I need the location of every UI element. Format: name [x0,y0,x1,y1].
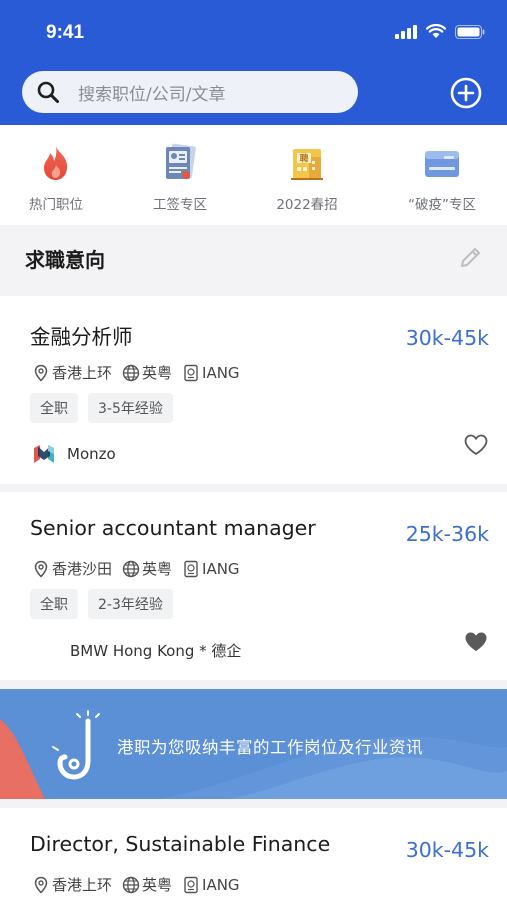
job-title: 金融分析师 [30,325,133,349]
job-title: Director, Sustainable Finance [30,832,331,856]
job-card[interactable]: Director, Sustainable Finance 30k-45k 香港… [0,808,507,900]
edit-pencil-icon[interactable] [458,244,484,270]
quick-nav-label: 热门职位 [29,197,83,213]
job-visa-text: IANG [202,363,240,382]
job-location-text: 香港上环 [52,876,113,894]
job-meta: 香港上环 英粤 IANG [32,362,250,383]
globe-icon [122,876,140,893]
location-pin-icon [34,560,48,578]
job-visa-text: IANG [202,875,240,894]
quick-nav-anti-epidemic[interactable]: “破疫”专区 [382,143,502,213]
search-input[interactable]: 搜索职位/公司/文章 [22,71,358,113]
quick-nav-label: “破疫”专区 [408,197,476,213]
globe-icon [122,364,140,381]
job-language-text: 英粤 [142,364,173,382]
job-visa: IANG [182,876,240,894]
job-tags: 全职 2-3年经验 [30,589,173,619]
job-title: Senior accountant manager [30,516,316,540]
job-language: 英粤 [122,874,172,895]
monzo-logo-icon [34,445,54,463]
job-intent-title: 求職意向 [25,248,105,272]
quick-nav-spring-recruit[interactable]: 聘 2022春招 [247,143,367,213]
promo-banner[interactable]: 港职为您吸纳丰富的工作岗位及行业资讯 [0,689,507,799]
passport-icon [184,364,198,381]
job-tag: 3-5年经验 [88,393,173,423]
job-meta: 香港上环 英粤 IANG [32,874,250,895]
hook-logo-icon [52,710,100,780]
company-name: BMW Hong Kong * 德企 [70,642,242,660]
passport-icon [184,560,198,577]
job-salary: 25k-36k [405,522,489,546]
job-location: 香港沙田 [32,558,112,579]
visa-document-icon [166,143,196,179]
job-tag: 2-3年经验 [88,589,173,619]
job-visa-text: IANG [202,559,240,578]
location-pin-icon [34,876,48,894]
quick-nav-label: 工签专区 [153,197,207,213]
quick-nav: 热门职位 工签专区 聘 2022春招 “破疫”专区 [0,125,507,225]
job-visa: IANG [182,560,240,578]
globe-icon [122,560,140,577]
location-pin-icon [34,364,48,382]
passport-icon [184,876,198,893]
job-language: 英粤 [122,558,172,579]
search-icon [37,81,59,103]
battery-icon [455,24,485,39]
job-location-text: 香港上环 [52,364,113,382]
company-name: Monzo [67,445,116,463]
job-intent-section: 求職意向 [0,225,507,291]
status-icons [395,24,485,39]
job-language-text: 英粤 [142,560,173,578]
search-placeholder: 搜索职位/公司/文章 [78,84,226,105]
company-info: BMW Hong Kong * 德企 [70,640,241,661]
job-salary: 30k-45k [405,326,489,350]
flame-icon [44,146,68,180]
banner-text: 港职为您吸纳丰富的工作岗位及行业资讯 [117,738,423,757]
recruitment-building-icon: 聘 [291,149,323,180]
job-tag: 全职 [30,393,78,423]
job-location: 香港上环 [32,362,112,383]
favorite-heart-icon[interactable] [463,433,489,457]
job-location: 香港上环 [32,874,112,895]
quick-nav-label: 2022春招 [276,197,338,213]
job-language-text: 英粤 [142,876,173,894]
favorite-heart-filled-icon[interactable] [463,630,489,654]
wifi-icon [426,24,446,38]
status-time: 9:41 [46,22,85,43]
job-visa: IANG [182,364,240,382]
job-card[interactable]: 金融分析师 30k-45k 香港上环 英粤 IANG 全职 3-5年经验 Mon… [0,296,507,484]
company-info: Monzo [33,444,116,464]
job-tag: 全职 [30,589,78,619]
job-meta: 香港沙田 英粤 IANG [32,558,250,579]
card-icon [425,151,459,177]
job-tags: 全职 3-5年经验 [30,393,173,423]
signal-icon [395,24,417,39]
quick-nav-visa-zone[interactable]: 工签专区 [120,143,240,213]
quick-nav-hot-jobs[interactable]: 热门职位 [0,143,116,213]
add-button[interactable] [450,77,482,109]
job-language: 英粤 [122,362,172,383]
job-card[interactable]: Senior accountant manager 25k-36k 香港沙田 英… [0,492,507,680]
app-header: 9:41 搜索职位/公司/文章 [0,0,507,125]
svg-text:聘: 聘 [299,153,308,165]
job-location-text: 香港沙田 [52,560,113,578]
job-salary: 30k-45k [405,838,489,862]
